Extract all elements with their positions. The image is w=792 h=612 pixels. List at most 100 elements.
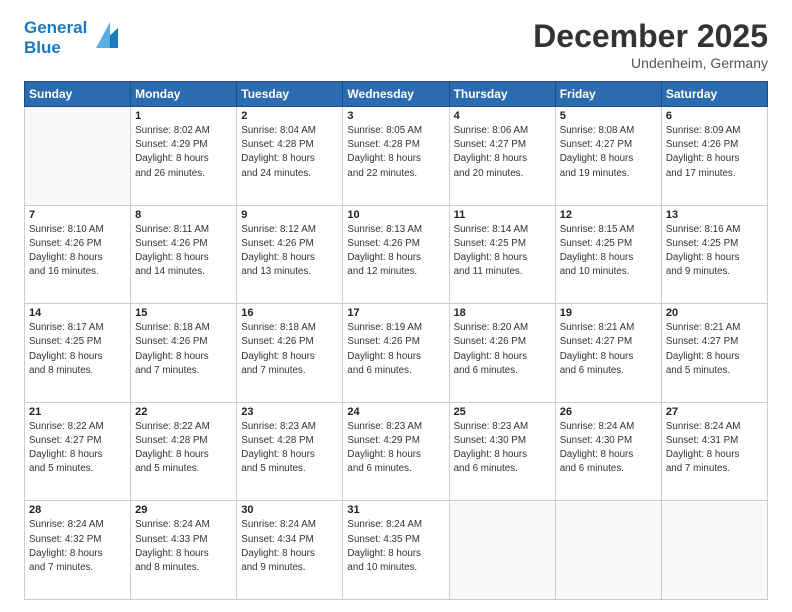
day-info: Sunrise: 8:14 AM Sunset: 4:25 PM Dayligh… [454,223,551,280]
calendar-cell [555,501,661,600]
day-number: 12 [560,209,657,221]
day-info: Sunrise: 8:16 AM Sunset: 4:25 PM Dayligh… [666,223,763,280]
day-number: 6 [666,110,763,122]
calendar-week-row: 28Sunrise: 8:24 AM Sunset: 4:32 PM Dayli… [25,501,768,600]
day-info: Sunrise: 8:24 AM Sunset: 4:30 PM Dayligh… [560,420,657,477]
calendar-cell: 21 Sunrise: 8:22 AM Sunset: 4:27 PM Dayli… [25,402,131,501]
calendar-cell: 23 Sunrise: 8:23 AM Sunset: 4:28 PM Dayli… [237,402,343,501]
calendar-cell: 26 Sunrise: 8:24 AM Sunset: 4:30 PM Dayli… [555,402,661,501]
day-number: 26 [560,406,657,418]
day-number: 3 [347,110,444,122]
weekday-header-sunday: Sunday [25,82,131,107]
calendar-cell: 15 Sunrise: 8:18 AM Sunset: 4:26 PM Dayli… [131,304,237,403]
calendar-cell: 10Sunrise: 8:13 AM Sunset: 4:26 PM Dayli… [343,205,449,304]
day-info: Sunrise: 8:18 AM Sunset: 4:26 PM Dayligh… [135,321,232,378]
calendar-cell: 9 Sunrise: 8:12 AM Sunset: 4:26 PM Daylig… [237,205,343,304]
day-info: Sunrise: 8:10 AM Sunset: 4:26 PM Dayligh… [29,223,126,280]
month-title: December 2025 [533,18,768,55]
day-number: 22 [135,406,232,418]
day-number: 15 [135,307,232,319]
day-info: Sunrise: 8:22 AM Sunset: 4:27 PM Dayligh… [29,420,126,477]
day-number: 4 [454,110,551,122]
calendar-week-row: 21 Sunrise: 8:22 AM Sunset: 4:27 PM Dayli… [25,402,768,501]
calendar-cell: 28Sunrise: 8:24 AM Sunset: 4:32 PM Dayli… [25,501,131,600]
logo-text2: Blue [24,38,87,58]
calendar-header-row: SundayMondayTuesdayWednesdayThursdayFrid… [25,82,768,107]
day-info: Sunrise: 8:24 AM Sunset: 4:33 PM Dayligh… [135,518,232,575]
weekday-header-tuesday: Tuesday [237,82,343,107]
day-number: 23 [241,406,338,418]
calendar-cell: 25 Sunrise: 8:23 AM Sunset: 4:30 PM Dayli… [449,402,555,501]
header: General Blue December 2025 Undenheim, Ge… [24,18,768,71]
calendar-cell: 20 Sunrise: 8:21 AM Sunset: 4:27 PM Dayli… [661,304,767,403]
day-number: 28 [29,504,126,516]
logo-icon [90,18,122,54]
calendar-cell: 8 Sunrise: 8:11 AM Sunset: 4:26 PM Daylig… [131,205,237,304]
day-info: Sunrise: 8:21 AM Sunset: 4:27 PM Dayligh… [666,321,763,378]
logo: General Blue [24,18,122,57]
calendar-cell: 1Sunrise: 8:02 AM Sunset: 4:29 PM Daylig… [131,107,237,206]
day-number: 16 [241,307,338,319]
calendar: SundayMondayTuesdayWednesdayThursdayFrid… [24,81,768,600]
calendar-cell: 27 Sunrise: 8:24 AM Sunset: 4:31 PM Dayli… [661,402,767,501]
day-info: Sunrise: 8:24 AM Sunset: 4:35 PM Dayligh… [347,518,444,575]
day-number: 9 [241,209,338,221]
weekday-header-thursday: Thursday [449,82,555,107]
location: Undenheim, Germany [533,55,768,71]
calendar-cell: 3Sunrise: 8:05 AM Sunset: 4:28 PM Daylig… [343,107,449,206]
logo-text: General [24,18,87,38]
calendar-week-row: 1Sunrise: 8:02 AM Sunset: 4:29 PM Daylig… [25,107,768,206]
day-number: 1 [135,110,232,122]
calendar-cell: 4 Sunrise: 8:06 AM Sunset: 4:27 PM Daylig… [449,107,555,206]
day-info: Sunrise: 8:04 AM Sunset: 4:28 PM Dayligh… [241,124,338,181]
calendar-cell: 31 Sunrise: 8:24 AM Sunset: 4:35 PM Dayli… [343,501,449,600]
day-info: Sunrise: 8:09 AM Sunset: 4:26 PM Dayligh… [666,124,763,181]
day-number: 18 [454,307,551,319]
calendar-cell: 30Sunrise: 8:24 AM Sunset: 4:34 PM Dayli… [237,501,343,600]
weekday-header-wednesday: Wednesday [343,82,449,107]
day-info: Sunrise: 8:08 AM Sunset: 4:27 PM Dayligh… [560,124,657,181]
calendar-cell: 11 Sunrise: 8:14 AM Sunset: 4:25 PM Dayli… [449,205,555,304]
day-info: Sunrise: 8:24 AM Sunset: 4:31 PM Dayligh… [666,420,763,477]
day-number: 2 [241,110,338,122]
calendar-week-row: 14 Sunrise: 8:17 AM Sunset: 4:25 PM Dayli… [25,304,768,403]
day-info: Sunrise: 8:24 AM Sunset: 4:34 PM Dayligh… [241,518,338,575]
day-info: Sunrise: 8:12 AM Sunset: 4:26 PM Dayligh… [241,223,338,280]
day-number: 19 [560,307,657,319]
day-number: 21 [29,406,126,418]
day-number: 13 [666,209,763,221]
day-info: Sunrise: 8:23 AM Sunset: 4:29 PM Dayligh… [347,420,444,477]
day-number: 20 [666,307,763,319]
day-info: Sunrise: 8:17 AM Sunset: 4:25 PM Dayligh… [29,321,126,378]
calendar-cell: 5 Sunrise: 8:08 AM Sunset: 4:27 PM Daylig… [555,107,661,206]
calendar-cell [449,501,555,600]
day-info: Sunrise: 8:21 AM Sunset: 4:27 PM Dayligh… [560,321,657,378]
calendar-week-row: 7Sunrise: 8:10 AM Sunset: 4:26 PM Daylig… [25,205,768,304]
day-info: Sunrise: 8:06 AM Sunset: 4:27 PM Dayligh… [454,124,551,181]
day-number: 14 [29,307,126,319]
calendar-cell: 16Sunrise: 8:18 AM Sunset: 4:26 PM Dayli… [237,304,343,403]
calendar-cell: 13 Sunrise: 8:16 AM Sunset: 4:25 PM Dayli… [661,205,767,304]
day-number: 27 [666,406,763,418]
calendar-cell [25,107,131,206]
calendar-cell: 12 Sunrise: 8:15 AM Sunset: 4:25 PM Dayli… [555,205,661,304]
day-number: 29 [135,504,232,516]
day-info: Sunrise: 8:23 AM Sunset: 4:30 PM Dayligh… [454,420,551,477]
day-number: 24 [347,406,444,418]
day-info: Sunrise: 8:11 AM Sunset: 4:26 PM Dayligh… [135,223,232,280]
day-info: Sunrise: 8:23 AM Sunset: 4:28 PM Dayligh… [241,420,338,477]
calendar-cell: 22Sunrise: 8:22 AM Sunset: 4:28 PM Dayli… [131,402,237,501]
day-info: Sunrise: 8:13 AM Sunset: 4:26 PM Dayligh… [347,223,444,280]
day-number: 5 [560,110,657,122]
day-info: Sunrise: 8:20 AM Sunset: 4:26 PM Dayligh… [454,321,551,378]
day-number: 11 [454,209,551,221]
day-number: 31 [347,504,444,516]
calendar-cell: 7Sunrise: 8:10 AM Sunset: 4:26 PM Daylig… [25,205,131,304]
day-number: 25 [454,406,551,418]
calendar-cell: 24 Sunrise: 8:23 AM Sunset: 4:29 PM Dayli… [343,402,449,501]
day-number: 8 [135,209,232,221]
day-number: 17 [347,307,444,319]
day-info: Sunrise: 8:15 AM Sunset: 4:25 PM Dayligh… [560,223,657,280]
weekday-header-monday: Monday [131,82,237,107]
calendar-cell: 2 Sunrise: 8:04 AM Sunset: 4:28 PM Daylig… [237,107,343,206]
